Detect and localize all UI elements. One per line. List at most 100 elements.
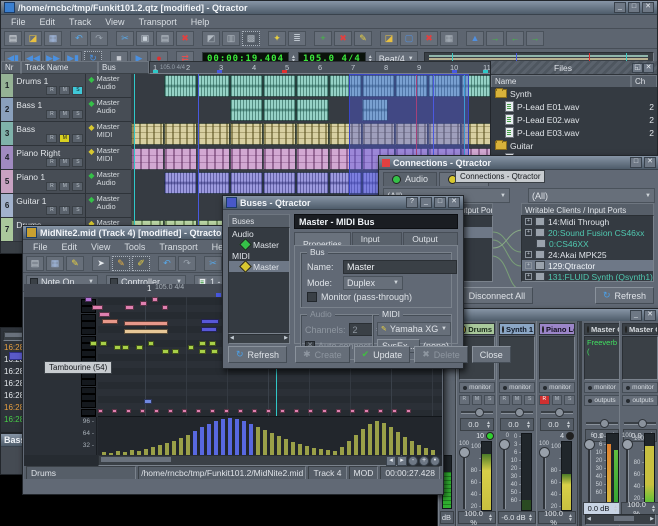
strip-m-button[interactable]: M <box>551 395 563 405</box>
punch-set-icon[interactable]: ← <box>506 31 524 46</box>
files-group-row[interactable]: Guitar <box>491 139 657 152</box>
pan-thumb[interactable] <box>475 408 485 417</box>
add-track-icon[interactable]: + <box>314 31 332 46</box>
scroll-left-icon[interactable]: ◂ <box>386 456 396 466</box>
strip-s-button[interactable]: S <box>564 395 576 405</box>
zoom-out-icon[interactable]: - <box>408 456 418 466</box>
clip-delete-icon[interactable]: ✖ <box>420 31 438 46</box>
rect-mode-icon[interactable]: ▩ <box>242 31 260 46</box>
volume-spinner[interactable]: ▲ ▼ <box>651 504 656 513</box>
pan-slider[interactable] <box>501 407 533 417</box>
midi-note[interactable] <box>378 409 383 413</box>
midi-note[interactable] <box>182 409 187 413</box>
midi-note[interactable] <box>308 409 313 413</box>
track-r-button[interactable]: R <box>46 206 58 215</box>
clip-merge-icon[interactable]: ≣ <box>288 31 306 46</box>
volume-spinner[interactable]: ▲ ▼ <box>568 513 573 522</box>
midi-note[interactable] <box>90 341 97 346</box>
track-name-cell[interactable]: Piano Right R M S <box>13 146 85 169</box>
midi-zoom-buttons[interactable]: ◂ ▸ - + • <box>386 456 440 466</box>
midi-note[interactable] <box>140 409 145 413</box>
clip[interactable] <box>164 172 197 194</box>
main-menu-track[interactable]: Track <box>62 17 98 27</box>
input-client-item[interactable]: 0:CS46XX <box>522 238 653 249</box>
buses-titlebar[interactable]: Buses - Qtractor ? _ □ ✕ <box>223 196 463 210</box>
velocity-bar[interactable] <box>172 441 176 455</box>
midi-note[interactable] <box>322 409 327 413</box>
files-file-row[interactable]: P-Lead E02.wav 2 <box>491 113 657 126</box>
pan-slider[interactable] <box>586 418 618 428</box>
velocity-bar[interactable] <box>277 436 281 455</box>
midi-note[interactable] <box>350 409 355 413</box>
strip-s-button[interactable]: S <box>484 395 496 405</box>
clip[interactable] <box>263 148 296 170</box>
close-icon[interactable]: ✕ <box>448 197 460 208</box>
clip[interactable] <box>230 75 263 97</box>
monitor-checkbox[interactable] <box>307 292 317 302</box>
velocity-bar[interactable] <box>340 447 344 455</box>
bus-tree-item[interactable]: Master <box>229 260 289 273</box>
track-s-button[interactable]: S <box>72 110 84 119</box>
input-client-item[interactable]: +24:Akai MPK25 <box>522 249 653 260</box>
main-menu-transport[interactable]: Transport <box>132 17 184 27</box>
strip-label[interactable]: Piano Left <box>539 323 575 335</box>
drum-key[interactable] <box>81 379 96 387</box>
clip[interactable] <box>296 148 329 170</box>
midi-note[interactable] <box>124 321 168 326</box>
close-icon[interactable]: ✕ <box>642 2 654 13</box>
track-name-cell[interactable]: Bass 1RMS <box>13 98 85 121</box>
clip[interactable] <box>230 172 263 194</box>
midi-note[interactable] <box>210 409 215 413</box>
track-bus-cell[interactable]: ◆ Master Audio <box>85 98 131 121</box>
velocity-bar[interactable] <box>284 439 288 455</box>
drum-key[interactable] <box>81 350 96 358</box>
drum-keys-column[interactable] <box>24 297 99 431</box>
midi-note[interactable] <box>201 319 219 324</box>
right-filter-combo[interactable]: (All) ▼ <box>528 188 655 203</box>
volume-value[interactable]: -6.0 dB ▲ ▼ <box>498 511 536 524</box>
cut-icon[interactable]: ✂ <box>204 255 222 271</box>
midi-note[interactable] <box>148 341 154 346</box>
undo-icon[interactable]: ↶ <box>158 255 176 271</box>
maximize-icon[interactable]: □ <box>628 2 640 13</box>
midi-note[interactable] <box>98 409 103 413</box>
open-file-icon[interactable]: ◪ <box>24 31 42 46</box>
velocity-bar[interactable] <box>347 441 351 455</box>
midi-menu-transport[interactable]: Transport <box>152 242 204 252</box>
clip[interactable] <box>164 75 197 97</box>
clip[interactable] <box>263 172 296 194</box>
velocity-bar[interactable] <box>354 435 358 455</box>
midi-note[interactable] <box>125 305 134 310</box>
clip[interactable] <box>263 75 296 97</box>
track-name-cell[interactable]: Bass R M S <box>13 122 85 145</box>
track-s-button[interactable]: S <box>72 182 84 191</box>
close-icon[interactable]: ✕ <box>644 309 656 321</box>
volume-fader[interactable]: 6 <box>584 433 595 511</box>
midi-note[interactable] <box>406 409 411 413</box>
velocity-bar[interactable] <box>165 443 169 455</box>
midi-note[interactable] <box>102 319 118 324</box>
volume-fader[interactable]: 100 <box>539 441 550 511</box>
remove-track-icon[interactable]: ✖ <box>334 31 352 46</box>
volume-spinner[interactable]: ▲ ▼ <box>528 513 533 522</box>
pan-thumb[interactable] <box>515 408 525 417</box>
velocity-bar[interactable] <box>235 419 239 455</box>
velocity-bar[interactable] <box>410 441 414 455</box>
velocity-bar[interactable] <box>312 448 316 455</box>
velocity-bar[interactable] <box>305 446 309 455</box>
track-bus-cell[interactable]: ◆ Master Audio <box>85 194 131 217</box>
bus-name-field[interactable]: Master <box>343 260 457 274</box>
create-button[interactable]: ✱ Create <box>295 346 350 363</box>
midi-note[interactable] <box>114 345 121 350</box>
track-m-button[interactable]: M <box>59 86 71 95</box>
velocity-bar[interactable] <box>214 421 218 455</box>
track-r-button[interactable]: R <box>46 182 58 191</box>
track-properties-icon[interactable]: ✎ <box>354 31 372 46</box>
clip[interactable] <box>230 99 263 121</box>
fader-thumb[interactable] <box>539 447 550 458</box>
pan-spinner[interactable]: ▲▼ <box>526 420 531 429</box>
column-track-name[interactable]: Track Name <box>21 61 98 74</box>
volume-value[interactable]: 100.0 % ▲ ▼ <box>538 509 576 526</box>
clip[interactable] <box>296 123 329 145</box>
clip[interactable] <box>164 123 197 145</box>
